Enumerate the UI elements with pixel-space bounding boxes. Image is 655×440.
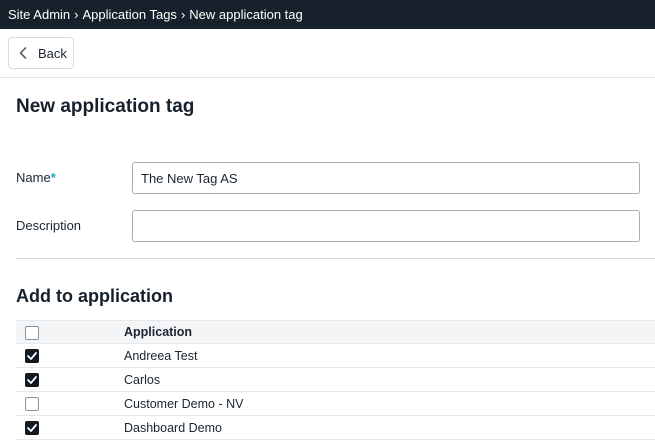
required-marker: * xyxy=(50,170,56,185)
chevron-left-icon xyxy=(19,47,29,59)
breadcrumb-site-admin[interactable]: Site Admin xyxy=(8,7,70,22)
table-row[interactable]: Carlos xyxy=(16,368,655,392)
breadcrumb-separator: › xyxy=(74,7,79,22)
name-label-text: Name xyxy=(16,170,51,185)
table-row[interactable]: Customer Demo - NV xyxy=(16,392,655,416)
checkmark-icon xyxy=(27,376,37,384)
breadcrumb-application-tags[interactable]: Application Tags xyxy=(83,7,177,22)
applications-table: Application Andreea Test Carlos Customer D… xyxy=(16,320,655,440)
description-field[interactable] xyxy=(132,210,640,242)
row-checkbox[interactable] xyxy=(25,397,39,411)
row-checkbox[interactable] xyxy=(25,349,39,363)
select-all-checkbox[interactable] xyxy=(25,326,39,340)
header-divider xyxy=(0,77,655,78)
application-name: Andreea Test xyxy=(124,348,198,363)
page-title: New application tag xyxy=(16,96,195,117)
application-name: Dashboard Demo xyxy=(124,420,222,435)
back-button-label: Back xyxy=(38,45,67,61)
table-header: Application xyxy=(16,320,655,344)
breadcrumb-current: New application tag xyxy=(189,7,303,22)
row-checkbox[interactable] xyxy=(25,421,39,435)
back-button[interactable]: Back xyxy=(8,37,74,69)
name-field[interactable] xyxy=(132,162,640,194)
checkmark-icon xyxy=(27,352,37,360)
checkmark-icon xyxy=(27,424,37,432)
add-to-application-title: Add to application xyxy=(16,286,173,306)
breadcrumb-separator: › xyxy=(180,7,186,22)
breadcrumb: Site Admin › Application Tags › New applicat… xyxy=(0,0,655,29)
name-field-label: Name* xyxy=(16,170,56,185)
row-checkbox[interactable] xyxy=(25,373,39,387)
table-row[interactable]: Andreea Test xyxy=(16,344,655,368)
table-row[interactable]: Dashboard Demo xyxy=(16,416,655,440)
column-header-application: Application xyxy=(124,325,193,339)
section-divider xyxy=(16,258,655,259)
application-name: Customer Demo - NV xyxy=(124,396,244,411)
description-field-label: Description xyxy=(16,218,82,233)
application-name: Carlos xyxy=(124,372,161,387)
